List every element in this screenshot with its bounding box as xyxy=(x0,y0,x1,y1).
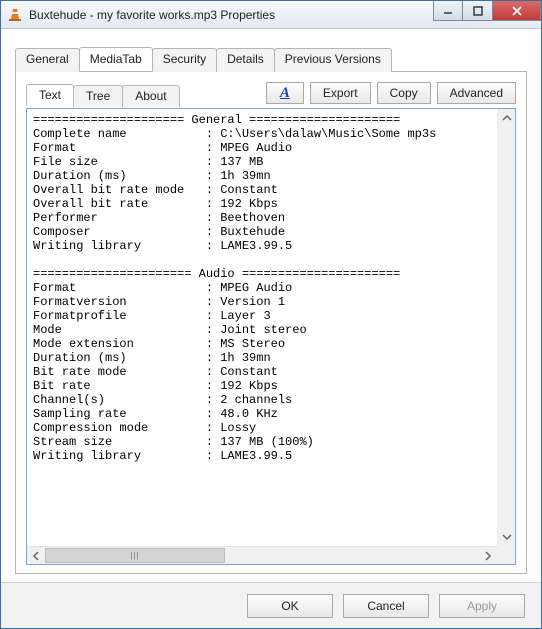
window-title: Buxtehude - my favorite works.mp3 Proper… xyxy=(29,8,275,22)
client-area: General MediaTab Security Details Previo… xyxy=(1,29,541,582)
window-buttons xyxy=(433,1,541,21)
tab-mediatab[interactable]: MediaTab xyxy=(79,47,153,71)
subtab-tree[interactable]: Tree xyxy=(73,85,123,107)
media-info-content: ===================== General ==========… xyxy=(27,109,515,546)
sub-tabstrip: Text Tree About xyxy=(26,84,179,106)
tab-previous-versions[interactable]: Previous Versions xyxy=(274,48,392,72)
dialog-footer: OK Cancel Apply xyxy=(1,582,541,628)
toolbar: A Export Copy Advanced xyxy=(266,82,516,106)
export-button[interactable]: Export xyxy=(310,82,371,104)
close-button[interactable] xyxy=(493,1,541,21)
vertical-scrollbar[interactable] xyxy=(497,109,515,546)
vlc-icon xyxy=(7,7,23,23)
horizontal-scrollbar[interactable]: ||| xyxy=(27,546,497,564)
minimize-button[interactable] xyxy=(433,1,463,21)
subtab-text[interactable]: Text xyxy=(26,84,74,106)
tab-security[interactable]: Security xyxy=(152,48,217,72)
apply-button[interactable]: Apply xyxy=(439,594,525,618)
h-track[interactable]: ||| xyxy=(45,547,479,564)
sub-toolbar-row: Text Tree About A Export Copy Advanced xyxy=(26,82,516,106)
titlebar: Buxtehude - my favorite works.mp3 Proper… xyxy=(1,1,541,29)
subtab-about[interactable]: About xyxy=(122,85,179,107)
scroll-up-icon[interactable] xyxy=(498,109,515,127)
h-thumb[interactable]: ||| xyxy=(45,548,225,563)
advanced-button[interactable]: Advanced xyxy=(437,82,516,104)
tab-details[interactable]: Details xyxy=(216,48,275,72)
maximize-button[interactable] xyxy=(463,1,493,21)
media-info-textbox[interactable]: ===================== General ==========… xyxy=(26,108,516,565)
mediatab-panel: Text Tree About A Export Copy Advanced =… xyxy=(15,71,527,574)
cancel-button[interactable]: Cancel xyxy=(343,594,429,618)
ok-button[interactable]: OK xyxy=(247,594,333,618)
properties-window: Buxtehude - my favorite works.mp3 Proper… xyxy=(0,0,542,629)
scroll-left-icon[interactable] xyxy=(27,547,45,564)
tab-general[interactable]: General xyxy=(15,48,80,72)
font-button[interactable]: A xyxy=(266,82,304,104)
scroll-corner xyxy=(497,546,515,564)
font-icon: A xyxy=(280,85,290,102)
scroll-right-icon[interactable] xyxy=(479,547,497,564)
copy-button[interactable]: Copy xyxy=(377,82,431,104)
scroll-down-icon[interactable] xyxy=(498,528,515,546)
main-tabstrip: General MediaTab Security Details Previo… xyxy=(15,47,527,71)
